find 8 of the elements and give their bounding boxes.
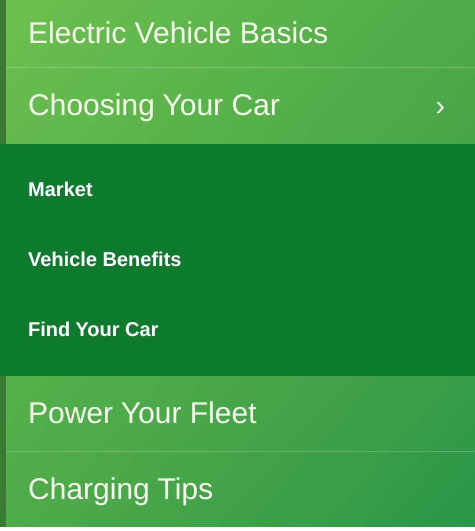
- menu-item[interactable]: Choosing Your Car: [28, 91, 280, 121]
- submenu-item[interactable]: Find Your Car: [28, 295, 475, 365]
- menu-item[interactable]: Power Your Fleet: [28, 398, 256, 428]
- menu-item[interactable]: Electric Vehicle Basics: [28, 18, 328, 48]
- chevron-icon[interactable]: ›: [436, 92, 445, 120]
- menu-item[interactable]: Charging Tips: [28, 475, 214, 505]
- submenu-item[interactable]: Market: [28, 155, 475, 225]
- submenu-item[interactable]: Vehicle Benefits: [28, 225, 475, 295]
